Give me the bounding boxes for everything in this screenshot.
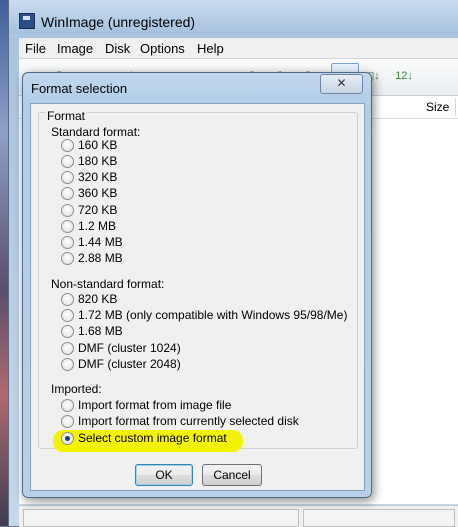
standard-format-label: Standard format:	[51, 125, 141, 139]
menu-image[interactable]: Image	[57, 41, 93, 56]
radio-button-icon[interactable]	[61, 293, 74, 306]
format-selection-dialog: Format selection ✕ Format Standard forma…	[22, 72, 372, 498]
radio-button-icon[interactable]	[61, 187, 74, 200]
radio-button-icon[interactable]	[61, 220, 74, 233]
radio-label: 160 KB	[78, 138, 118, 152]
radio-button-icon[interactable]	[61, 236, 74, 249]
sort-date-icon[interactable]: 12↓	[391, 63, 417, 89]
radio-label: DMF (cluster 2048)	[78, 357, 181, 371]
menu-help[interactable]: Help	[197, 41, 224, 56]
close-icon[interactable]: ✕	[320, 74, 363, 94]
radio-label: 2.88 MB	[78, 251, 123, 265]
menu-options[interactable]: Options	[140, 41, 185, 56]
menu-disk[interactable]: Disk	[105, 41, 130, 56]
radio-label: 320 KB	[78, 170, 118, 184]
radio-label: 180 KB	[78, 154, 118, 168]
radio-button-icon[interactable]	[61, 204, 74, 217]
status-bar	[19, 505, 458, 527]
radio-button-checked-icon[interactable]	[61, 432, 74, 445]
radio-button-icon[interactable]	[61, 342, 74, 355]
radio-label: Import format from image file	[78, 398, 232, 412]
main-titlebar[interactable]: WinImage (unregistered)	[9, 0, 458, 34]
column-size[interactable]: Size	[426, 100, 449, 114]
radio-button-icon[interactable]	[61, 325, 74, 338]
menu-file[interactable]: File	[25, 41, 46, 56]
radio-button-icon[interactable]	[61, 358, 74, 371]
imported-label: Imported:	[51, 382, 102, 396]
status-pane-left	[23, 509, 299, 527]
radio-label: 720 KB	[78, 203, 118, 217]
main-window-title: WinImage (unregistered)	[41, 14, 196, 30]
radio-button-icon[interactable]	[61, 171, 74, 184]
radio-label: 1.2 MB	[78, 219, 117, 233]
menubar: File Image Disk Options Help	[19, 38, 458, 59]
nonstandard-format-label: Non-standard format:	[51, 277, 165, 291]
radio-button-icon[interactable]	[61, 399, 74, 412]
radio-button-icon[interactable]	[61, 252, 74, 265]
radio-button-icon[interactable]	[61, 415, 74, 428]
radio-label: 820 KB	[78, 292, 118, 306]
radio-label: 360 KB	[78, 186, 118, 200]
radio-label: Select custom image format	[78, 431, 227, 445]
column-separator[interactable]	[455, 98, 456, 116]
radio-label: DMF (cluster 1024)	[78, 341, 181, 355]
radio-button-icon[interactable]	[61, 139, 74, 152]
radio-label: 1.72 MB (only compatible with Windows 95…	[78, 308, 348, 322]
winimage-app-icon[interactable]	[19, 13, 35, 29]
radio-label: Import format from currently selected di…	[78, 414, 299, 428]
radio-label: 1.44 MB	[78, 235, 123, 249]
dialog-title: Format selection	[31, 81, 128, 96]
status-pane-right	[303, 509, 455, 527]
cancel-button[interactable]: Cancel	[202, 464, 262, 486]
format-group-title: Format	[45, 109, 88, 123]
radio-label: 1.68 MB	[78, 324, 123, 338]
ok-button[interactable]: OK	[135, 464, 193, 486]
radio-button-icon[interactable]	[61, 155, 74, 168]
radio-button-icon[interactable]	[61, 309, 74, 322]
